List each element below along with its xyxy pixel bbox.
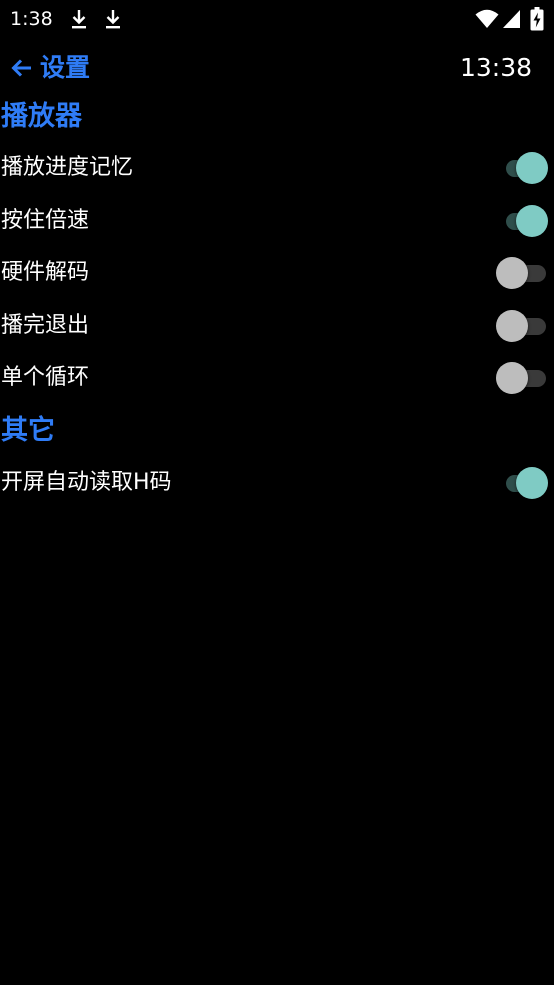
switch-thumb: [496, 310, 528, 342]
setting-row-playback-memory[interactable]: 播放进度记忆: [0, 144, 554, 192]
setting-label: 开屏自动读取H码: [1, 470, 172, 495]
section-header-player: 播放器: [1, 101, 82, 132]
setting-row-exit-after-play[interactable]: 播完退出: [0, 302, 554, 350]
toggle-switch[interactable]: [496, 203, 548, 239]
wifi-icon: [475, 9, 499, 28]
toggle-switch[interactable]: [496, 150, 548, 186]
switch-thumb: [516, 205, 548, 237]
download-icon: [72, 10, 86, 29]
battery-charging-icon: [530, 7, 544, 31]
setting-label: 硬件解码: [1, 260, 90, 285]
setting-label: 播放进度记忆: [1, 155, 134, 180]
setting-row-auto-read-h-code[interactable]: 开屏自动读取H码: [0, 459, 554, 507]
setting-label: 播完退出: [1, 313, 90, 338]
setting-row-single-loop[interactable]: 单个循环: [0, 354, 554, 402]
toggle-switch[interactable]: [496, 308, 548, 344]
toggle-switch[interactable]: [496, 255, 548, 291]
status-time: 1:38: [10, 8, 53, 30]
clock-display: 13:38: [459, 53, 532, 82]
status-bar: 1:38: [0, 0, 554, 38]
setting-label: 按住倍速: [1, 208, 90, 233]
back-button[interactable]: 设置: [10, 52, 90, 84]
signal-icon: [503, 10, 520, 28]
setting-row-hardware-decoding[interactable]: 硬件解码: [0, 249, 554, 297]
toggle-switch[interactable]: [496, 465, 548, 501]
download-icon: [106, 10, 120, 29]
toggle-switch[interactable]: [496, 360, 548, 396]
switch-thumb: [516, 152, 548, 184]
app-bar: 设置 13:38: [0, 48, 554, 88]
setting-row-hold-speed[interactable]: 按住倍速: [0, 197, 554, 245]
switch-thumb: [496, 362, 528, 394]
setting-label: 单个循环: [1, 365, 90, 390]
switch-thumb: [496, 257, 528, 289]
switch-thumb: [516, 467, 548, 499]
page-title: 设置: [40, 53, 91, 82]
arrow-left-icon: [11, 59, 31, 77]
section-header-other: 其它: [1, 415, 55, 446]
